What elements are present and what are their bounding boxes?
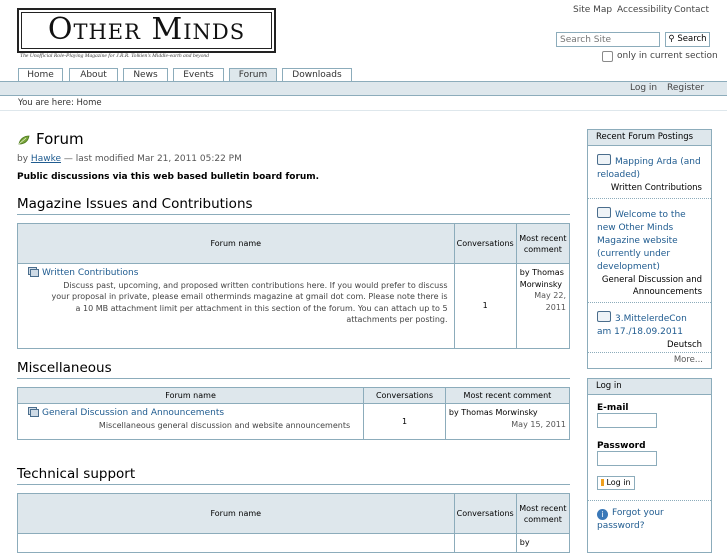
recent-posting-forum: Deutsch <box>667 340 702 350</box>
password-label: Password <box>597 441 646 451</box>
breadcrumb-home[interactable]: Home <box>77 98 102 108</box>
key-icon <box>601 479 605 486</box>
table-row: Written Contributions Discuss past, upco… <box>17 263 571 349</box>
password-field[interactable] <box>597 451 657 466</box>
recent-posting-link[interactable]: 3.MittelerdeCon am 17./18.09.2011 <box>597 311 702 339</box>
recent-posting-forum: Written Contributions <box>610 183 702 193</box>
recent-date: May 15, 2011 <box>511 419 566 429</box>
recent-posting-link[interactable]: Welcome to the new Other Minds Magazine … <box>597 207 702 274</box>
col-forum-name: Forum name <box>17 493 455 534</box>
site-map-link[interactable]: Site Map <box>573 5 612 15</box>
info-icon: i <box>597 509 608 520</box>
conversation-icon <box>597 311 611 322</box>
list-item: Mapping Arda (and reloaded) Written Cont… <box>588 146 711 198</box>
list-item: Welcome to the new Other Minds Magazine … <box>588 198 711 302</box>
recent-posting-link[interactable]: Mapping Arda (and reloaded) <box>597 154 702 182</box>
section-heading: Magazine Issues and Contributions <box>17 196 253 212</box>
author-link[interactable]: Hawke <box>31 154 61 164</box>
byline: by Hawke — last modified Mar 21, 2011 05… <box>17 154 242 164</box>
accessibility-link[interactable]: Accessibility <box>617 5 672 15</box>
list-item: 3.MittelerdeCon am 17./18.09.2011 Deutsc… <box>588 302 711 355</box>
forum-description: Miscellaneous general discussion and web… <box>98 420 351 430</box>
breadcrumb-divider <box>0 110 727 111</box>
conversation-icon <box>597 207 611 218</box>
table-row: by <box>17 533 571 553</box>
forum-table: Forum name Conversations Most recent com… <box>17 493 571 553</box>
col-forum-name: Forum name <box>16 387 365 404</box>
portlet-title: Recent Forum Postings <box>588 130 711 146</box>
tab-downloads[interactable]: Downloads <box>282 68 352 82</box>
forum-cell: Written Contributions Discuss past, upco… <box>17 263 455 349</box>
col-most-recent: Most recent comment <box>515 493 571 534</box>
tab-about[interactable]: About <box>69 68 118 82</box>
forum-table: Forum name Conversations Most recent com… <box>17 223 571 349</box>
section-divider <box>17 484 570 485</box>
forum-link-written-contributions[interactable]: Written Contributions <box>42 268 138 278</box>
conversations-count: 1 <box>453 263 517 349</box>
forgot-password-link[interactable]: i Forgot your password? <box>597 507 702 533</box>
only-current-section-label: only in current section <box>617 51 718 61</box>
conversation-icon <box>597 154 611 165</box>
logo-title[interactable]: Other Minds <box>19 9 274 51</box>
forum-cell <box>17 533 455 553</box>
section-heading: Technical support <box>17 466 136 482</box>
login-button[interactable]: Log in <box>597 476 635 490</box>
recent-comment-cell: by Thomas Morwinsky May 15, 2011 <box>444 403 571 440</box>
forum-folder-icon <box>28 407 39 417</box>
col-conversations: Conversations <box>453 493 517 534</box>
recent-by: by <box>515 533 571 553</box>
conversations-count: 1 <box>363 403 446 440</box>
recent-date: May 22, 2011 <box>534 291 566 312</box>
table-row: General Discussion and Announcements Mis… <box>16 403 571 440</box>
register-link[interactable]: Register <box>667 83 704 93</box>
login-portlet: Log in E-mail Password Log in i Forgot yo… <box>587 378 712 553</box>
search-button[interactable]: ⚲ Search <box>665 32 710 47</box>
recent-posting-forum: General Discussion and Announcements <box>601 275 702 297</box>
section-divider <box>17 378 570 379</box>
col-most-recent: Most recent comment <box>515 223 571 264</box>
tab-home[interactable]: Home <box>18 68 63 82</box>
col-conversations: Conversations <box>363 387 446 404</box>
only-current-section-checkbox[interactable] <box>602 51 613 62</box>
logo-subtitle: The Unofficial Role-Playing Magazine for… <box>20 53 209 59</box>
forum-link-general-discussion[interactable]: General Discussion and Announcements <box>42 408 224 418</box>
login-link[interactable]: Log in <box>630 83 657 93</box>
recent-by: by Thomas Morwinsky <box>519 268 564 289</box>
recent-postings-portlet: Recent Forum Postings Mapping Arda (and … <box>587 129 712 369</box>
more-link[interactable]: More... <box>588 352 711 365</box>
forum-description: Discuss past, upcoming, and proposed wri… <box>51 280 448 325</box>
forum-folder-icon <box>28 267 39 277</box>
personal-bar: Log in Register <box>0 82 727 96</box>
section-heading: Miscellaneous <box>17 360 112 376</box>
conversations-count <box>453 533 517 553</box>
email-label: E-mail <box>597 403 629 413</box>
breadcrumb: You are here: Home <box>18 98 102 108</box>
col-forum-name: Forum name <box>17 223 455 264</box>
section-divider <box>17 214 570 215</box>
email-field[interactable] <box>597 413 657 428</box>
forum-table: Forum name Conversations Most recent com… <box>16 387 571 440</box>
breadcrumb-prefix: You are here: <box>18 98 74 108</box>
contact-link[interactable]: Contact <box>674 5 709 15</box>
page-title: Forum <box>36 130 84 148</box>
tab-news[interactable]: News <box>123 68 168 82</box>
col-most-recent: Most recent comment <box>444 387 571 404</box>
recent-comment-cell: by Thomas Morwinsky May 22, 2011 <box>515 263 571 349</box>
search-input[interactable] <box>556 32 660 47</box>
portlet-title: Log in <box>588 379 711 395</box>
tab-events[interactable]: Events <box>173 68 224 82</box>
page-description: Public discussions via this web based bu… <box>17 172 320 182</box>
recent-by: by Thomas Morwinsky <box>448 408 538 417</box>
forum-leaf-icon <box>18 135 30 148</box>
col-conversations: Conversations <box>453 223 517 264</box>
forum-cell: General Discussion and Announcements Mis… <box>16 403 365 440</box>
magnifier-icon: ⚲ <box>668 34 675 44</box>
